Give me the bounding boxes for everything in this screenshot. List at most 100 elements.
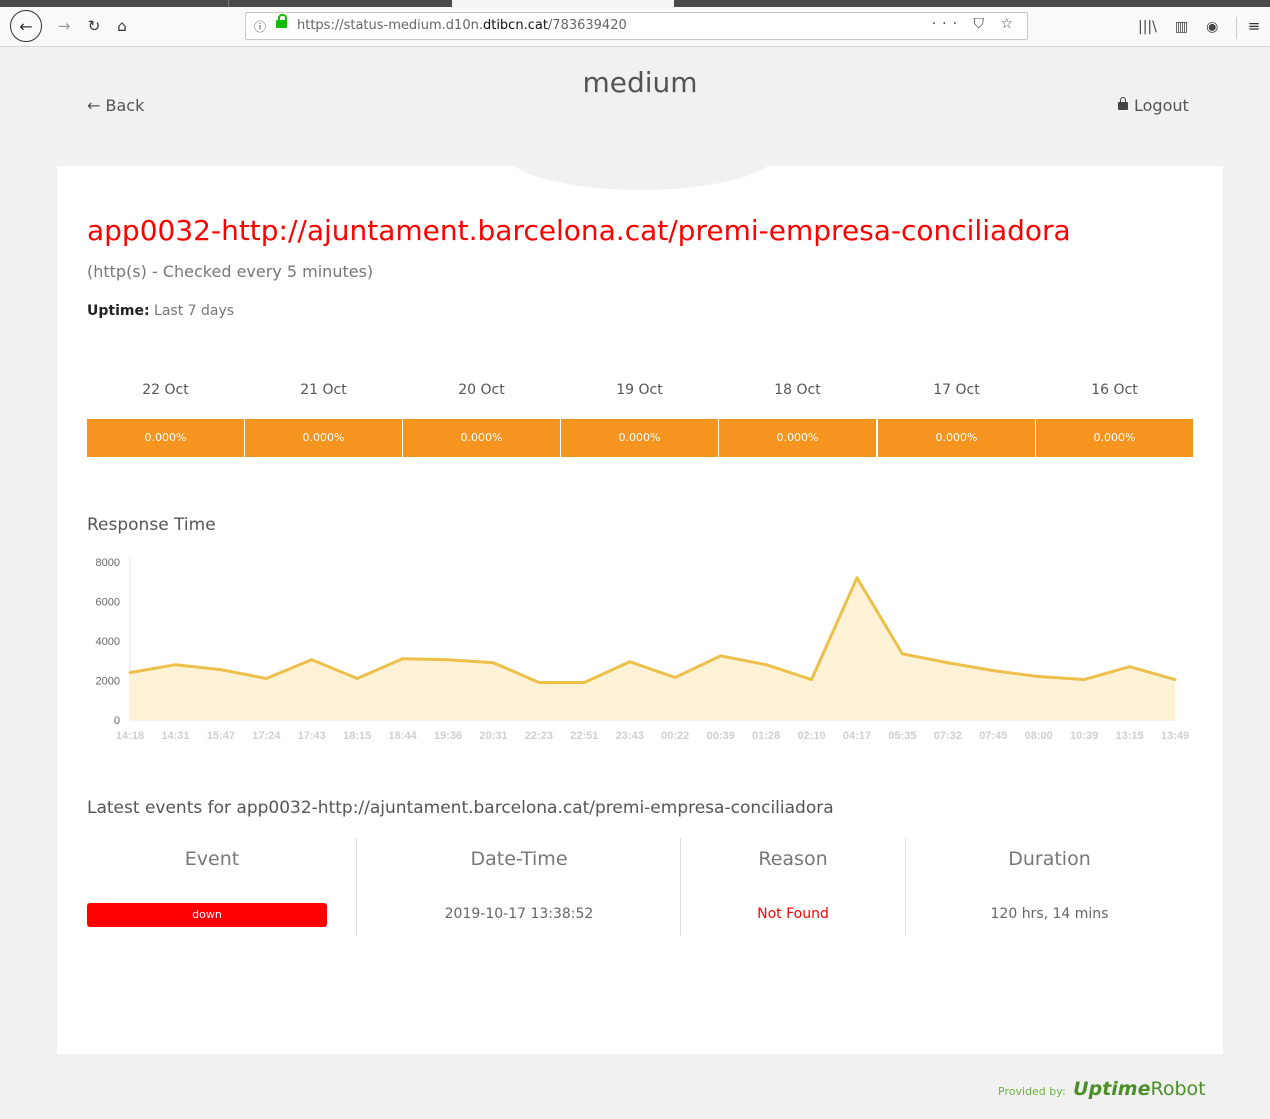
data-point [946, 661, 950, 665]
x-tick-label: 23:43 [616, 730, 644, 742]
uptime-day-date: 19 Oct [616, 382, 663, 398]
toolbar-divider [1236, 17, 1237, 39]
x-tick-label: 20:31 [479, 730, 507, 742]
toolbar-right-icons: |||\ ▥ ◉ [1138, 19, 1218, 35]
uptime-day-date: 18 Oct [774, 382, 821, 398]
site-info-icon[interactable]: ⓘ [254, 18, 266, 35]
sidebar-icon[interactable]: ▥ [1175, 19, 1188, 35]
data-point [173, 663, 177, 667]
active-tab[interactable] [452, 0, 674, 7]
uptime-day: 22 Oct 0.000% [87, 382, 244, 457]
event-duration: 120 hrs, 14 mins [990, 906, 1109, 922]
uptime-day: 20 Oct 0.000% [403, 382, 560, 457]
response-time-chart: 0 2000 4000 6000 8000 14:18 14:31 15:47 17:24 17:… [96, 557, 1190, 742]
event-header: Event [184, 848, 240, 870]
uptime-heading: Uptime: Last 7 days [87, 303, 234, 319]
datetime-column: Date-Time 2019-10-17 13:38:52 [357, 838, 681, 936]
event-column: Event down [87, 838, 337, 936]
uptime-day-bar[interactable]: 0.000% [1036, 419, 1193, 457]
y-tick-label: 2000 [96, 676, 120, 688]
y-tick-label: 4000 [96, 636, 120, 648]
x-tick-label: 00:22 [661, 730, 689, 742]
tab-strip [0, 0, 1270, 7]
data-point [855, 576, 859, 580]
back-link[interactable]: ← Back [87, 96, 144, 115]
browser-forward-icon[interactable]: → [50, 12, 78, 40]
datetime-header: Date-Time [470, 848, 568, 870]
x-tick-label: 18:15 [343, 730, 371, 742]
data-point [537, 680, 541, 684]
hamburger-menu-icon[interactable]: ≡ [1240, 12, 1268, 40]
url-bar[interactable]: ⓘ https://status-medium.d10n.dtibcn.cat/… [245, 12, 1028, 40]
uptime-day-date: 20 Oct [458, 382, 505, 398]
series-area [130, 577, 1175, 720]
uptime-day: 18 Oct 0.000% [719, 382, 876, 457]
data-point [1173, 678, 1177, 682]
x-tick-label: 15:47 [207, 730, 235, 742]
uptime-day-bar[interactable]: 0.000% [403, 419, 560, 457]
browser-toolbar: ← → ↻ ⌂ ⓘ https://status-medium.d10n.dti… [0, 7, 1270, 47]
home-icon[interactable]: ⌂ [108, 12, 136, 40]
data-point [673, 676, 677, 680]
tab-separator [228, 0, 229, 7]
monitor-title: app0032-http://ajuntament.barcelona.cat/… [87, 214, 1071, 247]
uptime-days: 22 Oct 0.000% 21 Oct 0.000% 20 Oct 0.000… [87, 382, 1193, 458]
uptime-day-date: 17 Oct [933, 382, 980, 398]
uptime-day-bar[interactable]: 0.000% [878, 419, 1035, 457]
uptime-day: 17 Oct 0.000% [878, 382, 1035, 457]
x-tick-label: 07:45 [979, 730, 1007, 742]
events-table: Event down Date-Time 2019-10-17 13:38:52… [87, 838, 1193, 936]
provided-by-label: Provided by: [998, 1085, 1066, 1098]
library-icon[interactable]: |||\ [1138, 19, 1157, 35]
x-tick-label: 17:24 [252, 730, 281, 742]
uptime-range: Last 7 days [154, 303, 235, 319]
data-point [491, 661, 495, 665]
uptime-day-bar[interactable]: 0.000% [719, 419, 876, 457]
reason-column: Reason Not Found [681, 838, 905, 936]
y-tick-label: 8000 [96, 557, 120, 569]
uptime-day-bar[interactable]: 0.000% [561, 419, 718, 457]
logout-link[interactable]: Logout [1118, 96, 1189, 115]
uptimerobot-logo[interactable]: UptimeRobot [1073, 1078, 1205, 1100]
x-tick-label: 22:51 [570, 730, 598, 742]
data-point [628, 660, 632, 664]
data-point [219, 668, 223, 672]
reload-icon[interactable]: ↻ [80, 12, 108, 40]
series-line [129, 576, 1176, 684]
data-point [128, 671, 132, 675]
event-datetime: 2019-10-17 13:38:52 [444, 906, 594, 922]
data-point [1082, 678, 1086, 682]
uptime-day-date: 22 Oct [142, 382, 189, 398]
uptime-day-date: 16 Oct [1091, 382, 1138, 398]
page-title: medium [582, 66, 698, 99]
x-tick-label: 00:39 [707, 730, 735, 742]
uptime-day: 21 Oct 0.000% [245, 382, 402, 457]
duration-header: Duration [1008, 848, 1091, 870]
uptime-day: 19 Oct 0.000% [561, 382, 718, 457]
data-point [900, 652, 904, 656]
data-point [355, 677, 359, 681]
data-point [719, 654, 723, 658]
data-point [991, 669, 995, 673]
url-text[interactable]: https://status-medium.d10n.dtibcn.cat/78… [297, 18, 627, 33]
x-tick-label: 14:18 [116, 730, 144, 742]
account-icon[interactable]: ◉ [1206, 19, 1218, 35]
x-tick-label: 14:31 [161, 730, 189, 742]
browser-back-icon[interactable]: ← [10, 10, 42, 42]
secure-lock-icon[interactable] [276, 14, 287, 28]
x-tick-label: 08:00 [1025, 730, 1053, 742]
data-point [1128, 665, 1132, 669]
provided-by[interactable]: Provided by: UptimeRobot [998, 1078, 1206, 1100]
x-tick-label: 10:39 [1070, 730, 1098, 742]
response-time-title: Response Time [87, 515, 216, 535]
x-tick-label: 07:32 [934, 730, 962, 742]
uptime-day: 16 Oct 0.000% [1036, 382, 1193, 457]
page-actions-icons[interactable]: ··· ⛉ ☆ [932, 16, 1019, 32]
data-point [264, 677, 268, 681]
x-tick-label: 01:28 [752, 730, 780, 742]
x-tick-label: 18:44 [389, 730, 418, 742]
data-point [446, 658, 450, 662]
uptime-day-bar[interactable]: 0.000% [87, 419, 244, 457]
uptime-day-bar[interactable]: 0.000% [245, 419, 402, 457]
x-tick-label: 04:17 [843, 730, 871, 742]
